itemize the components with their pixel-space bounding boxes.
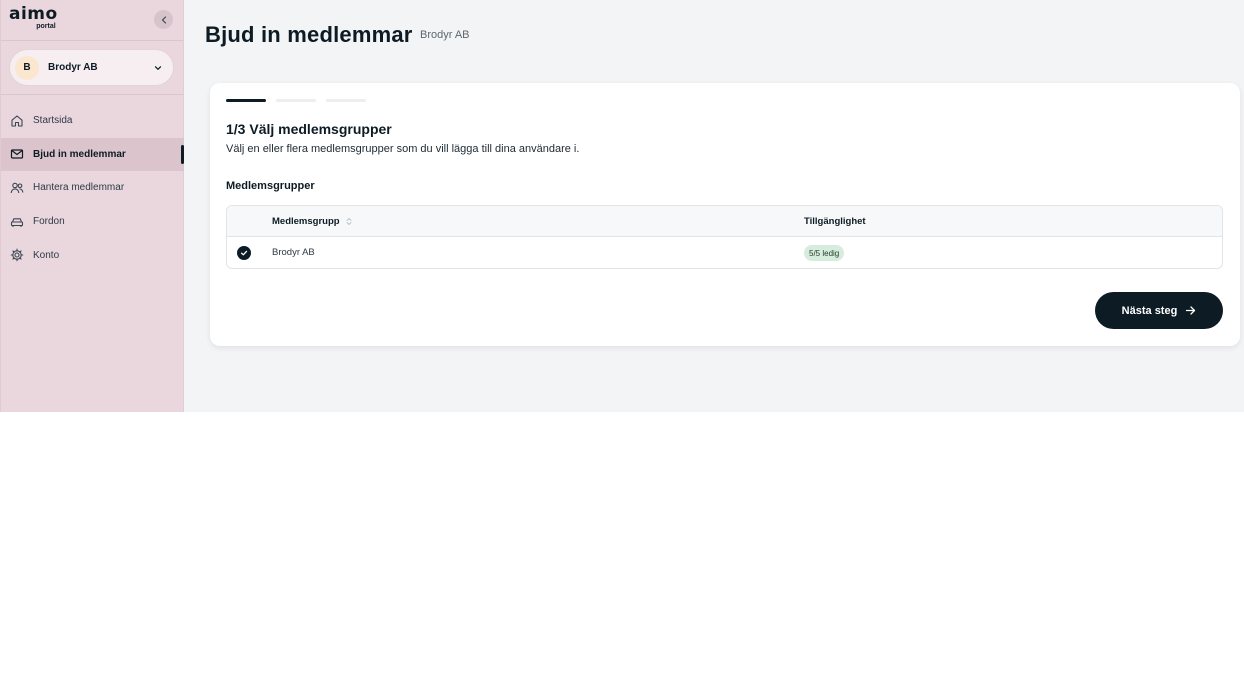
wizard-card: 1/3 Välj medlemsgrupper Välj en eller fl… — [210, 83, 1240, 346]
org-avatar: B — [15, 55, 39, 80]
table-row[interactable]: Brodyr AB 5/5 ledig — [227, 237, 1222, 268]
step-indicator — [226, 99, 366, 102]
sidebar-item-label: Fordon — [33, 216, 65, 228]
column-label: Tillgänglighet — [804, 216, 866, 227]
next-step-label: Nästa steg — [1121, 304, 1178, 317]
member-groups-table: Medlemsgrupp Tillgänglighet Brodyr AB 5/… — [226, 205, 1223, 269]
chevron-down-icon — [154, 65, 162, 70]
chevron-left-icon — [161, 15, 166, 24]
sidebar-item-bjud-in[interactable]: Bjud in medlemmar — [1, 137, 184, 171]
sidebar-item-startsida[interactable]: Startsida — [1, 104, 184, 137]
row-checkbox[interactable] — [237, 246, 251, 260]
logo-row: aimo portal — [1, 0, 183, 41]
org-selector[interactable]: B Brodyr AB — [9, 49, 174, 86]
brand-logo[interactable]: aimo portal — [9, 4, 58, 31]
gear-icon — [10, 248, 24, 262]
mail-icon — [10, 147, 24, 161]
sidebar-item-label: Bjud in medlemmar — [33, 148, 126, 160]
main-content: Bjud in medlemmar Brodyr AB 1/3 Välj med… — [184, 0, 1244, 412]
sidebar-item-label: Konto — [33, 249, 60, 261]
section-title: Medlemsgrupper — [226, 180, 315, 192]
sort-icon — [346, 218, 352, 225]
wizard-description: Välj en eller flera medlemsgrupper som d… — [226, 143, 580, 155]
sidebar: aimo portal B Brodyr AB Startsida Bjud i… — [0, 0, 184, 412]
sidebar-item-hantera[interactable]: Hantera medlemmar — [1, 171, 184, 204]
wizard-title: 1/3 Välj medlemsgrupper — [226, 121, 392, 137]
home-icon — [10, 114, 24, 128]
step-2-bar — [276, 99, 316, 102]
step-1-bar — [226, 99, 266, 102]
brand-sub: portal — [36, 23, 56, 30]
column-header-medlemsgrupp[interactable]: Medlemsgrupp — [272, 216, 352, 227]
next-step-button[interactable]: Nästa steg — [1095, 292, 1223, 329]
column-label: Medlemsgrupp — [272, 216, 340, 227]
users-icon — [10, 181, 24, 195]
collapse-sidebar-button[interactable] — [154, 10, 173, 29]
sidebar-item-fordon[interactable]: Fordon — [1, 205, 184, 238]
column-header-tillganglighet: Tillgänglighet — [804, 216, 866, 227]
page-title: Bjud in medlemmar — [205, 22, 413, 47]
check-icon — [240, 250, 248, 256]
step-3-bar — [326, 99, 366, 102]
sidebar-item-konto[interactable]: Konto — [1, 239, 184, 272]
group-name: Brodyr AB — [272, 247, 315, 258]
org-name: Brodyr AB — [48, 62, 98, 73]
org-row: B Brodyr AB — [1, 41, 183, 95]
brand-name: aimo — [9, 4, 58, 24]
sidebar-nav: Startsida Bjud in medlemmar Hantera medl… — [1, 104, 184, 272]
table-header: Medlemsgrupp Tillgänglighet — [227, 206, 1222, 237]
page-subtitle: Brodyr AB — [420, 29, 470, 41]
arrow-right-icon — [1186, 306, 1196, 315]
sidebar-item-label: Startsida — [33, 115, 73, 126]
sidebar-item-label: Hantera medlemmar — [33, 182, 125, 194]
car-icon — [10, 215, 24, 229]
app: aimo portal B Brodyr AB Startsida Bjud i… — [0, 0, 1244, 412]
availability-badge: 5/5 ledig — [804, 245, 845, 261]
